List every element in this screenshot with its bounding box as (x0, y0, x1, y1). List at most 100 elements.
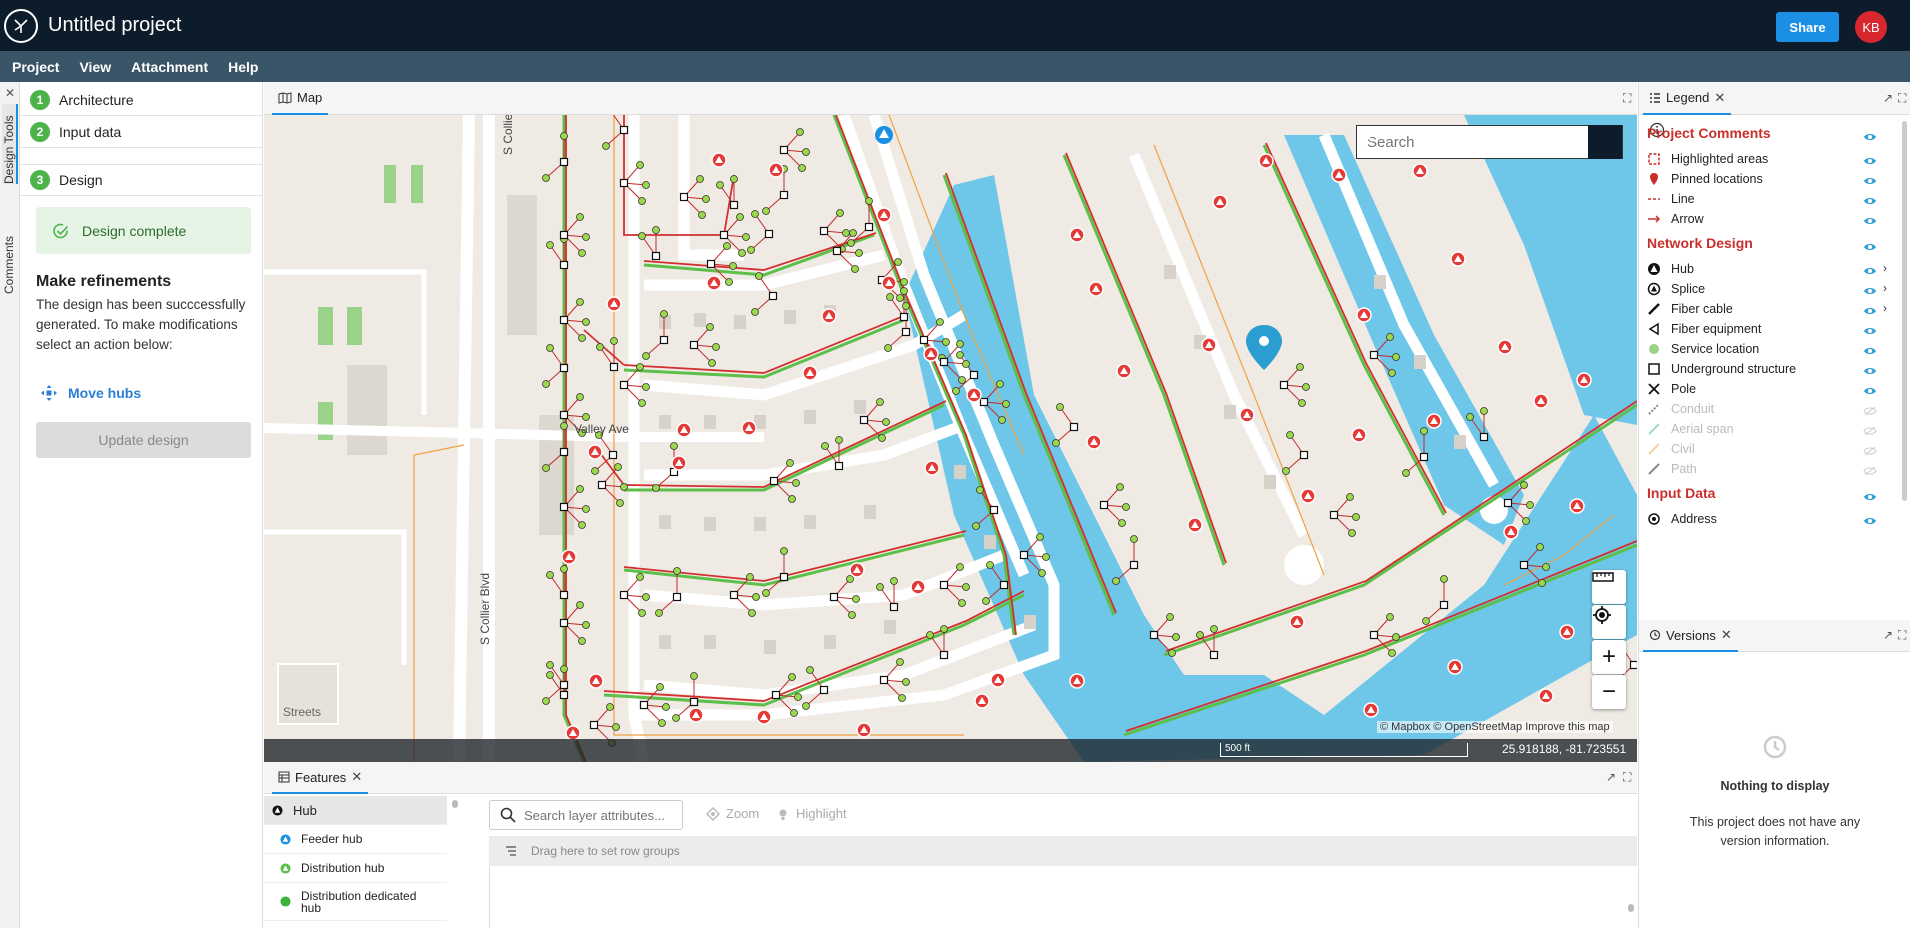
service-location-marker[interactable] (1036, 533, 1044, 541)
splice-marker[interactable] (559, 230, 569, 240)
service-location-marker[interactable] (976, 486, 984, 494)
menu-help[interactable]: Help (228, 59, 258, 75)
hub-marker[interactable] (756, 709, 772, 725)
service-location-marker[interactable] (956, 340, 964, 348)
service-location-marker[interactable] (936, 318, 944, 326)
visibility-off-icon[interactable] (1863, 444, 1877, 456)
service-location-marker[interactable] (638, 399, 646, 407)
ruler-button[interactable] (1592, 570, 1626, 604)
hub-marker[interactable] (849, 562, 865, 578)
locate-button[interactable] (1592, 605, 1626, 639)
splice-marker[interactable] (1329, 510, 1339, 520)
service-location-marker[interactable] (578, 249, 586, 257)
hub-marker[interactable] (768, 162, 784, 178)
service-location-marker[interactable] (546, 661, 554, 669)
splice-marker[interactable] (919, 335, 929, 345)
feature-search-input[interactable] (524, 807, 674, 823)
service-location-marker[interactable] (652, 484, 660, 492)
splice-marker[interactable] (689, 697, 699, 707)
popout-icon[interactable]: ↗ (1606, 770, 1616, 784)
service-location-marker[interactable] (706, 323, 714, 331)
service-location-marker[interactable] (582, 621, 590, 629)
splice-marker[interactable] (1519, 560, 1529, 570)
chevron-right-icon[interactable]: › (1883, 301, 1887, 315)
splice-marker[interactable] (939, 357, 949, 367)
hub-marker[interactable] (1559, 624, 1575, 640)
splice-marker[interactable] (559, 502, 569, 512)
service-location-marker[interactable] (730, 175, 738, 183)
service-location-marker[interactable] (836, 209, 844, 217)
hub-marker[interactable] (1258, 153, 1274, 169)
service-location-marker[interactable] (998, 416, 1006, 424)
hub-marker[interactable] (1201, 337, 1217, 353)
visibility-eye-icon[interactable] (1863, 174, 1877, 184)
service-location-marker[interactable] (762, 207, 770, 215)
hub-marker[interactable] (1069, 227, 1085, 243)
service-location-marker[interactable] (582, 413, 590, 421)
service-location-marker[interactable] (835, 436, 843, 444)
service-location-marker[interactable] (1388, 649, 1396, 657)
splice-marker[interactable] (999, 580, 1009, 590)
visibility-off-icon[interactable] (1863, 424, 1877, 436)
splice-marker[interactable] (1419, 452, 1429, 462)
service-location-marker[interactable] (660, 310, 668, 318)
visibility-eye-icon[interactable] (1863, 344, 1877, 354)
hub-marker[interactable] (1576, 372, 1592, 388)
splice-marker[interactable] (969, 370, 979, 380)
hub-marker[interactable] (688, 707, 704, 723)
service-location-marker[interactable] (926, 631, 934, 639)
splice-marker[interactable] (859, 415, 869, 425)
service-location-marker[interactable] (702, 195, 710, 203)
map-attribution[interactable]: © Mapbox © OpenStreetMap Improve this ma… (1377, 721, 1613, 733)
splice-marker[interactable] (1149, 630, 1159, 640)
splice-marker[interactable] (689, 340, 699, 350)
service-location-marker[interactable] (865, 197, 873, 205)
visibility-off-icon[interactable] (1863, 464, 1877, 476)
service-location-marker[interactable] (802, 148, 810, 156)
splice-marker[interactable] (589, 720, 599, 730)
service-location-marker[interactable] (576, 298, 584, 306)
service-location-marker[interactable] (596, 343, 604, 351)
service-location-marker[interactable] (1112, 577, 1120, 585)
service-location-marker[interactable] (788, 673, 796, 681)
service-location-marker[interactable] (751, 210, 759, 218)
splice-marker[interactable] (769, 476, 779, 486)
service-location-marker[interactable] (962, 360, 970, 368)
service-location-marker[interactable] (636, 573, 644, 581)
service-location-marker[interactable] (940, 625, 948, 633)
hub-marker[interactable] (923, 346, 939, 362)
hub-marker[interactable] (671, 455, 687, 471)
hub-marker[interactable] (1538, 688, 1554, 704)
hub-marker[interactable] (1239, 407, 1255, 423)
service-location-marker[interactable] (546, 241, 554, 249)
project-title[interactable]: Untitled project (48, 14, 181, 37)
maximize-icon[interactable]: ⛶ (1623, 91, 1631, 106)
move-hubs-button[interactable]: Move hubs (40, 384, 141, 402)
splice-marker[interactable] (1369, 350, 1379, 360)
service-location-marker[interactable] (1196, 631, 1204, 639)
service-location-marker[interactable] (1420, 427, 1428, 435)
service-location-marker[interactable] (546, 344, 554, 352)
hub-marker[interactable] (966, 387, 982, 403)
service-location-marker[interactable] (576, 213, 584, 221)
service-location-marker[interactable] (855, 249, 863, 257)
visibility-eye-icon[interactable] (1863, 194, 1877, 204)
splice-marker[interactable] (679, 192, 689, 202)
splice-marker[interactable] (834, 461, 844, 471)
service-location-marker[interactable] (638, 232, 646, 240)
hub-marker[interactable] (606, 296, 622, 312)
service-location-marker[interactable] (996, 380, 1004, 388)
service-location-marker[interactable] (902, 302, 910, 310)
service-location-marker[interactable] (890, 577, 898, 585)
service-location-marker[interactable] (896, 294, 904, 302)
service-location-marker[interactable] (878, 434, 886, 442)
splice-marker[interactable] (764, 229, 774, 239)
service-location-marker[interactable] (1352, 513, 1360, 521)
service-location-marker[interactable] (798, 164, 806, 172)
splice-marker[interactable] (597, 480, 607, 490)
service-location-marker[interactable] (1388, 369, 1396, 377)
service-location-marker[interactable] (1042, 553, 1050, 561)
service-location-marker[interactable] (560, 132, 568, 140)
service-location-marker[interactable] (546, 671, 554, 679)
splice-marker[interactable] (819, 685, 829, 695)
